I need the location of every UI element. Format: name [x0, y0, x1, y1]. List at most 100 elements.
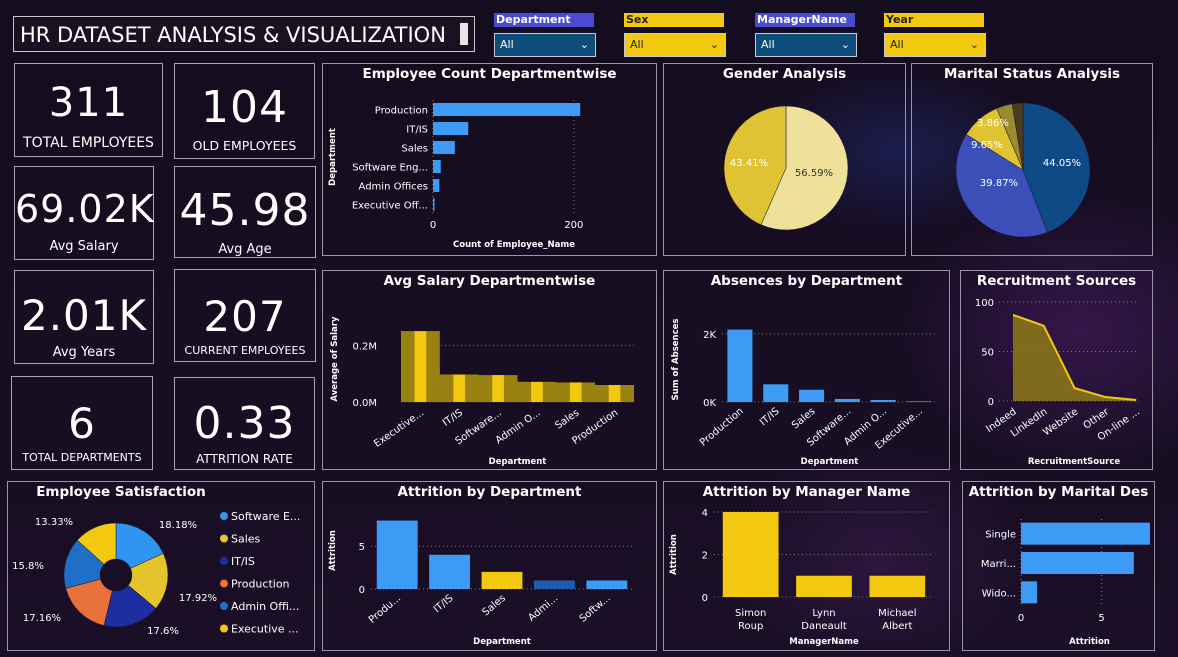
bar [481, 571, 523, 589]
slicer-year[interactable]: Year All ⌄ [884, 13, 986, 57]
tick-label: 0 [359, 585, 365, 596]
panel-absences: Absences by Department 0K 2K Production IT/… [663, 270, 950, 470]
slicer-sex-value: All [630, 38, 644, 51]
kpi-value: 6 [68, 399, 96, 448]
axis-label: Attrition [1069, 637, 1110, 647]
kpi-avg-age: 45.98 Avg Age [174, 166, 316, 258]
attrition-marital-chart: Single Marri... Wido... 0 5 Attrition [981, 519, 1150, 647]
slicer-sex-dropdown[interactable]: All ⌄ [624, 33, 726, 57]
kpi-current-employees: 207 CURRENT EMPLOYEES [174, 269, 316, 362]
bar [429, 554, 471, 589]
bar [727, 329, 753, 402]
slicer-department-label: Department [494, 13, 594, 27]
axis-label: Department [801, 457, 859, 467]
axis-label: Sum of Absences [671, 319, 681, 401]
category-label: Lynn [812, 608, 835, 619]
satisfaction-chart: 18.18% 17.92% 17.6% 17.16% 15.8% 13.33% Softwa… [12, 510, 300, 637]
kpi-label: ATTRITION RATE [196, 452, 293, 466]
category-label: Admi... [526, 593, 560, 624]
panel-gender: Gender Analysis 56.59% 43.41% [663, 63, 906, 256]
kpi-old-employees: 104 OLD EMPLOYEES [174, 63, 315, 159]
category-label: Produ... [367, 593, 403, 626]
category-label: IT/IS [406, 125, 428, 136]
slicer-department-dropdown[interactable]: All ⌄ [494, 33, 596, 57]
bar [433, 160, 441, 173]
page-title: HR DATASET ANALYSIS & VISUALIZATION [20, 23, 446, 47]
axis-label: ManagerName [789, 637, 859, 647]
kpi-attrition-rate: 0.33 ATTRITION RATE [174, 377, 315, 470]
gender-pie-chart: 56.59% 43.41% [723, 105, 849, 231]
kpi-value: 0.33 [193, 398, 296, 449]
bar [1021, 552, 1134, 574]
data-label: 17.6% [147, 626, 179, 637]
tick-label: 0 [702, 593, 708, 604]
bar [376, 520, 418, 589]
tick-label: 0.2M [352, 341, 377, 352]
axis-label: Department [489, 457, 547, 467]
chevron-down-icon: ⌄ [709, 38, 719, 51]
kpi-label: Avg Years [52, 345, 116, 360]
legend-label: Software E... [231, 510, 300, 523]
tick-label: 4 [702, 508, 708, 519]
panel-attrition-manager: Attrition by Manager Name 0 2 4 Simon Roup Ly… [663, 481, 950, 651]
slicer-department[interactable]: Department All ⌄ [494, 13, 596, 57]
tick-label: 0 [988, 397, 994, 408]
attrition-manager-chart: 0 2 4 Simon Roup Lynn Daneault Michael Albert Man… [669, 508, 934, 647]
data-label: 17.92% [179, 593, 217, 604]
bar [799, 389, 825, 402]
panel-attrition-dept: Attrition by Department 0 5 Produ... IT/IS S… [322, 481, 657, 651]
bar [1021, 581, 1038, 604]
category-label-line2: Daneault [801, 621, 847, 632]
data-label: 9.65% [971, 140, 1003, 151]
tick-label: 2 [702, 551, 708, 562]
data-label: 17.16% [23, 613, 61, 624]
legend-marker [220, 602, 228, 610]
panel-attrition-marital: Attrition by Marital Des Single Marri... W… [962, 481, 1155, 651]
category-label: Sales [480, 593, 507, 619]
recruitment-chart: 050100IndeedLinkedInWebsite OtherOn-line … [975, 298, 1142, 467]
tick-label: 0K [703, 398, 716, 409]
slicer-manager-dropdown[interactable]: All ⌄ [755, 33, 857, 57]
slicer-year-dropdown[interactable]: All ⌄ [884, 33, 986, 57]
bar [492, 375, 504, 402]
kpi-total-departments: 6 TOTAL DEPARTMENTS [11, 376, 153, 470]
axis-label: Average of Salary [330, 316, 340, 402]
axis-label: RecruitmentSource [1028, 457, 1121, 467]
kpi-avg-years: 2.01K Avg Years [14, 270, 154, 364]
legend-label: Production [231, 578, 290, 591]
legend-label: Executive ... [231, 623, 299, 636]
data-label: 39.87% [980, 178, 1018, 189]
bar [433, 103, 581, 116]
data-label: 44.05% [1043, 158, 1081, 169]
tick-label: 2K [703, 330, 716, 341]
panel-satisfaction: Employee Satisfaction 18.18% 17.92% 17.6% 1… [7, 481, 315, 651]
bar [586, 580, 628, 589]
employee-count-chart: Production IT/IS Sales Software Eng... Admin… [328, 100, 583, 250]
chevron-down-icon: ⌄ [840, 38, 850, 51]
kpi-value: 2.01K [20, 291, 148, 340]
bar [453, 374, 466, 402]
kpi-label: TOTAL DEPARTMENTS [22, 451, 142, 464]
axis-label: Department [328, 128, 338, 186]
bar [869, 575, 926, 597]
slicer-sex[interactable]: Sex All ⌄ [624, 13, 726, 57]
category-label: Sales [401, 144, 428, 155]
slicer-year-label: Year [884, 13, 984, 27]
bar [414, 331, 427, 402]
category-label: Production [698, 406, 746, 449]
tick-label: 0 [430, 220, 436, 231]
tick-label: 100 [975, 298, 994, 309]
data-label: 15.8% [12, 561, 44, 572]
category-label: Website [1041, 406, 1080, 438]
bar [870, 399, 896, 402]
tick-label: 5 [1098, 613, 1104, 624]
bar [433, 122, 469, 135]
legend-label: Admin Offi... [231, 600, 299, 613]
attrition-dept-chart: 0 5 Produ... IT/IS Sales Admi... Softw... Depar… [328, 520, 633, 647]
kpi-total-employees: 311 TOTAL EMPLOYEES [14, 63, 163, 157]
kpi-value: 207 [203, 292, 287, 341]
category-label: Sales [790, 406, 817, 432]
category-label: Production [375, 106, 428, 117]
category-label: IT/IS [758, 406, 782, 428]
slicer-manager[interactable]: ManagerName All ⌄ [755, 13, 857, 57]
